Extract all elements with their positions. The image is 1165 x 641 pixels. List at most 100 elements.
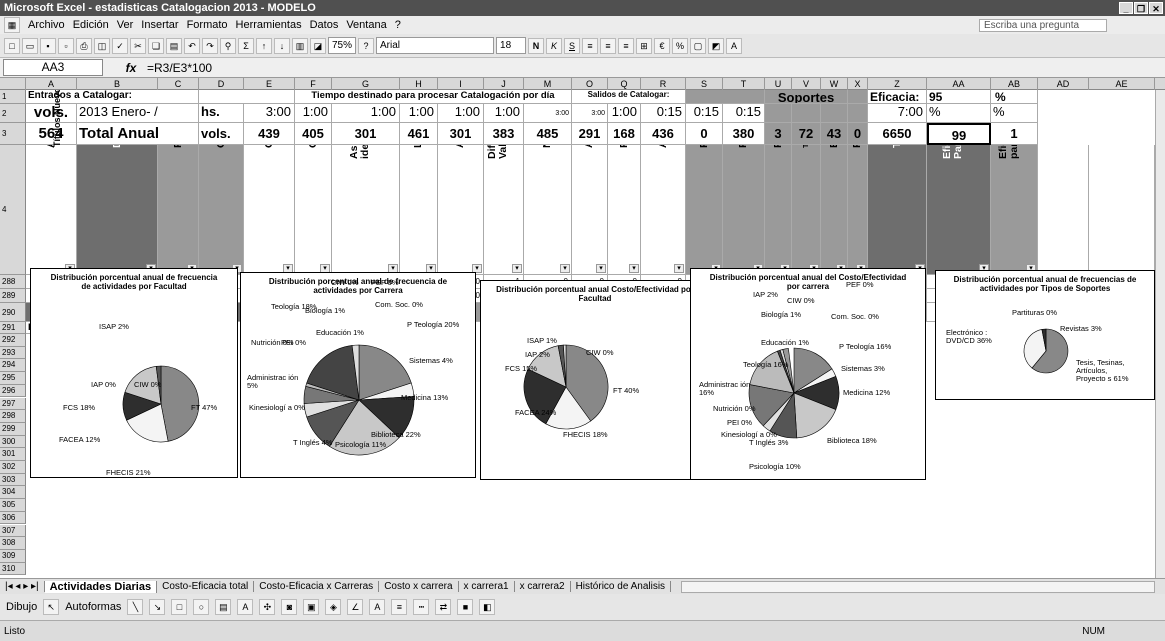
row-header[interactable]: 304 <box>0 486 26 500</box>
row-header[interactable]: 293 <box>0 346 26 360</box>
line-icon[interactable]: ╲ <box>127 599 144 615</box>
column-header[interactable]: D <box>199 78 244 90</box>
column-header[interactable]: A <box>26 78 77 90</box>
cell[interactable]: 3 <box>765 123 792 145</box>
textbox-icon[interactable]: ▤ <box>215 599 232 615</box>
spelling-icon[interactable]: ✓ <box>112 37 128 54</box>
diagram-icon[interactable]: ✣ <box>259 599 276 615</box>
underline-icon[interactable]: S <box>564 37 581 54</box>
preview-icon[interactable]: ◫ <box>94 37 110 54</box>
text-color-icon[interactable]: A <box>369 599 386 615</box>
permission-icon[interactable]: ▫ <box>58 37 74 54</box>
column-header[interactable]: H <box>400 78 438 90</box>
restore-icon[interactable]: ❐ <box>1134 2 1148 14</box>
cell[interactable] <box>765 104 792 123</box>
percent-icon[interactable]: % <box>672 37 689 54</box>
rectangle-icon[interactable]: □ <box>171 599 188 615</box>
cell[interactable]: 3:00 <box>572 104 608 123</box>
filter-dropdown-icon[interactable]: ▾ <box>596 264 606 273</box>
cell[interactable]: 301 <box>438 123 484 145</box>
filter-dropdown-icon[interactable]: ▾ <box>674 264 684 273</box>
pie-chart[interactable]: Distribución porcentual anual Costo/Efec… <box>480 280 710 480</box>
row-header[interactable]: 295 <box>0 372 26 385</box>
row-header[interactable]: 306 <box>0 511 26 525</box>
column-title-cell[interactable]: Tesis, Tesinas, Artículos, Proyectos▾ <box>792 145 821 275</box>
open-icon[interactable]: ▭ <box>22 37 38 54</box>
fill-icon[interactable]: ◈ <box>325 599 342 615</box>
column-header[interactable]: J <box>484 78 524 90</box>
row-header[interactable]: 308 <box>0 537 26 550</box>
row-header[interactable]: 310 <box>0 562 26 576</box>
selected-cell[interactable]: 99 <box>927 123 991 145</box>
column-header[interactable]: Q <box>608 78 641 90</box>
font-color-icon[interactable]: A <box>726 37 743 54</box>
cell[interactable]: 0 <box>686 123 723 145</box>
cell[interactable]: 436 <box>641 123 686 145</box>
oval-icon[interactable]: ○ <box>193 599 210 615</box>
filter-dropdown-icon[interactable]: ▾ <box>560 264 570 273</box>
cell[interactable]: vols. <box>199 123 244 145</box>
clipart-icon[interactable]: ◙ <box>281 599 298 615</box>
column-title-cell[interactable]: Electrónico:▾ <box>821 145 848 275</box>
select-objects-icon[interactable]: ↖ <box>43 599 60 615</box>
row-header[interactable]: 1 <box>0 90 26 104</box>
row-header[interactable]: 307 <box>0 524 26 538</box>
column-title-cell[interactable]: Asignación de identidad de autoridad▾ <box>332 145 400 275</box>
menu-ver[interactable]: Ver <box>117 19 134 31</box>
column-header[interactable]: Z <box>868 78 927 90</box>
menu-archivo[interactable]: Archivo <box>28 19 65 31</box>
cell[interactable]: 6650 <box>868 123 927 145</box>
column-header[interactable]: X <box>848 78 868 90</box>
font-size-select[interactable]: 18 <box>496 37 527 54</box>
menu-herramientas[interactable]: Herramientas <box>236 19 302 31</box>
column-header[interactable]: F <box>295 78 332 90</box>
tab-actividades-diarias[interactable]: Actividades Diarias <box>44 580 158 593</box>
column-title-cell[interactable]: Diferenciación - Validación ▾ <box>484 145 524 275</box>
zoom-select[interactable]: 75% <box>328 37 357 54</box>
row-header[interactable]: 288 <box>0 275 26 289</box>
column-title-cell[interactable]: Eficacia negatica parcial▾ <box>991 145 1038 275</box>
cell[interactable]: 0 <box>848 123 868 145</box>
cell[interactable]: % <box>927 104 991 123</box>
eficacia-percent[interactable]: % <box>991 90 1038 104</box>
column-title-cell[interactable]: Adquiridos: COM/DON▾ <box>26 145 77 275</box>
column-header[interactable]: S <box>686 78 723 90</box>
pie-chart[interactable]: Distribución porcentual anual de frecuen… <box>240 272 476 478</box>
3d-icon[interactable]: ◧ <box>479 599 496 615</box>
save-icon[interactable]: ▪ <box>40 37 56 54</box>
menu-ventana[interactable]: Ventana <box>346 19 386 31</box>
row-header[interactable]: 296 <box>0 384 26 398</box>
column-header[interactable]: O <box>572 78 608 90</box>
cell[interactable]: 72 <box>792 123 821 145</box>
column-title-cell[interactable] <box>1038 145 1089 275</box>
paste-icon[interactable]: ▤ <box>166 37 182 54</box>
menu-edicion[interactable]: Edición <box>73 19 109 31</box>
column-header[interactable]: I <box>438 78 484 90</box>
column-title-cell[interactable]: Altas ▾ <box>572 145 608 275</box>
row-header[interactable]: 301 <box>0 448 26 461</box>
arrow-icon[interactable]: ↘ <box>149 599 166 615</box>
cell[interactable]: 485 <box>524 123 572 145</box>
row-header[interactable]: 305 <box>0 499 26 512</box>
new-icon[interactable]: □ <box>4 37 20 54</box>
eficacia-label[interactable]: Eficacia: <box>868 90 927 104</box>
cell[interactable]: 439 <box>244 123 295 145</box>
column-header[interactable]: W <box>821 78 848 90</box>
bold-icon[interactable]: N <box>528 37 545 54</box>
cell[interactable] <box>792 104 821 123</box>
column-header[interactable]: G <box>332 78 400 90</box>
cell[interactable]: 405 <box>295 123 332 145</box>
borders-icon[interactable]: ▢ <box>690 37 707 54</box>
column-header[interactable]: AA <box>927 78 991 90</box>
select-all-corner[interactable] <box>0 78 26 90</box>
help-icon[interactable]: ? <box>358 37 375 54</box>
chart-wizard-icon[interactable]: ▥ <box>292 37 308 54</box>
sort-asc-icon[interactable]: ↑ <box>256 37 272 54</box>
align-center-icon[interactable]: ≡ <box>600 37 617 54</box>
cell[interactable]: 1:00 <box>332 104 400 123</box>
arrow-style-icon[interactable]: ⇄ <box>435 599 452 615</box>
wordart-icon[interactable]: A <box>237 599 254 615</box>
row-header[interactable]: 298 <box>0 410 26 423</box>
column-header[interactable]: U <box>765 78 792 90</box>
pie-chart[interactable]: Distribución porcentual anual del Costo/… <box>690 268 926 480</box>
